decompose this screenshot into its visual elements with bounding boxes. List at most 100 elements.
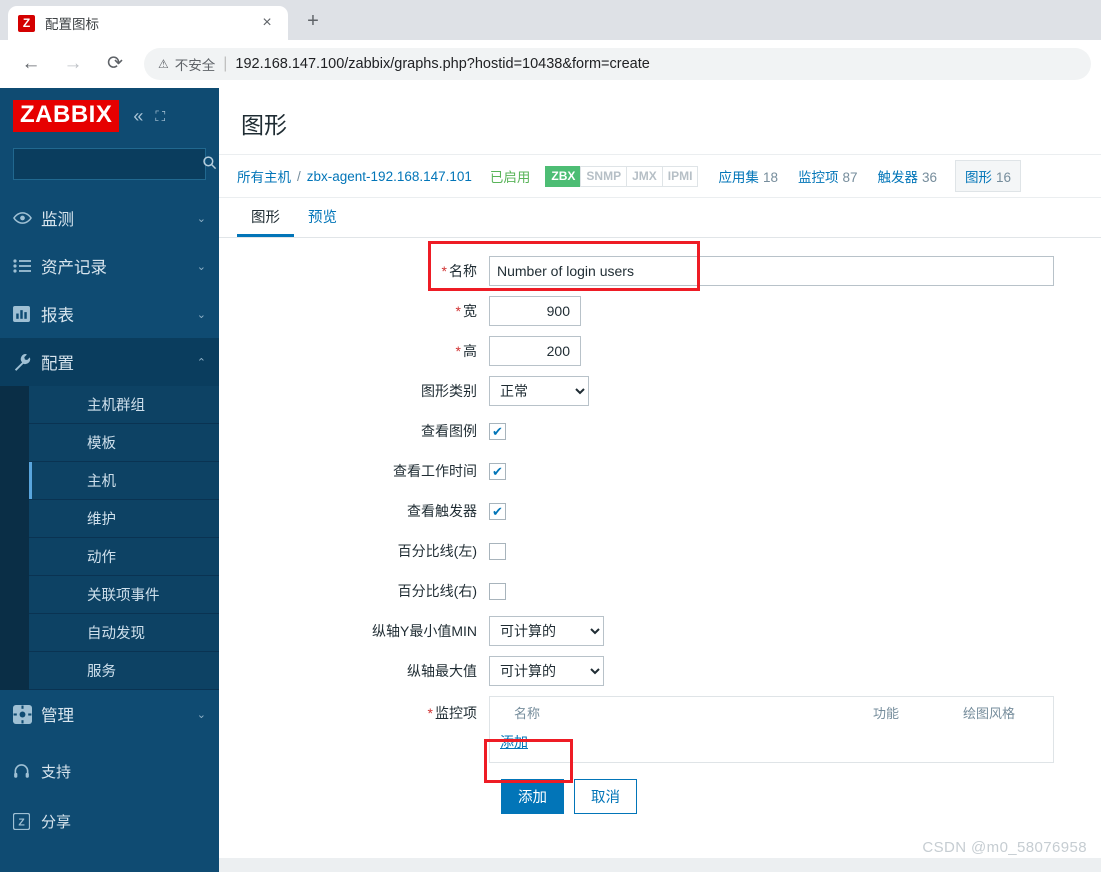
badge-jmx: JMX [626, 165, 663, 187]
sidebar-label-reports: 报表 [41, 307, 74, 325]
address-url: 192.168.147.100/zabbix/graphs.php?hostid… [235, 55, 650, 72]
sidebar-label-actions: 动作 [87, 550, 116, 566]
label-items-text: 监控项 [435, 705, 477, 721]
address-bar[interactable]: ⚠ 不安全 | 192.168.147.100/zabbix/graphs.ph… [144, 47, 1091, 80]
ymin-select[interactable]: 可计算的 [489, 616, 604, 646]
sidebar-label-discovery: 自动发现 [87, 626, 145, 642]
form-row-height: * 高 [219, 336, 1101, 366]
cancel-button[interactable]: 取消 [574, 779, 637, 814]
form-row-name: * 名称 [219, 256, 1101, 286]
add-item-link[interactable]: 添加 [500, 734, 528, 750]
sidebar-item-configuration[interactable]: 配置 ⌃ [0, 338, 219, 386]
browser-toolbar: ← → ⟳ ⚠ 不安全 | 192.168.147.100/zabbix/gra… [0, 40, 1101, 88]
search-box[interactable] [13, 148, 217, 180]
items-table-header: 名称 功能 绘图风格 [490, 697, 1053, 726]
nav-applications-label: 应用集 [718, 170, 759, 185]
sidebar-item-support[interactable]: 支持 [0, 746, 219, 796]
breadcrumb-all-hosts[interactable]: 所有主机 [237, 166, 291, 186]
back-icon[interactable]: ← [15, 48, 47, 80]
sidebar-item-reports[interactable]: 报表 ⌄ [0, 290, 219, 338]
not-secure-warning-icon: ⚠ [158, 56, 169, 71]
field-ymin: 可计算的 [489, 616, 604, 646]
sidebar-item-inventory[interactable]: 资产记录 ⌄ [0, 242, 219, 290]
nav-graphs[interactable]: 图形 16 [955, 160, 1022, 192]
tab-preview[interactable]: 预览 [294, 198, 351, 237]
sidebar-item-hosts[interactable]: 主机 [29, 462, 219, 500]
sidebar-item-monitoring[interactable]: 监测 ⌄ [0, 194, 219, 242]
field-ymax: 可计算的 [489, 656, 604, 686]
host-status-badge: 已启用 [489, 170, 531, 185]
search-input[interactable] [22, 155, 202, 173]
sidebar-label-inventory: 资产记录 [41, 259, 107, 277]
zabbix-favicon-icon: Z [18, 14, 35, 32]
sidebar-header: ZABBIX « ⛶ [0, 88, 219, 144]
sidebar-item-share[interactable]: Z 分享 [0, 796, 219, 846]
show-triggers-checkbox[interactable] [489, 502, 506, 520]
new-tab-icon[interactable]: + [298, 7, 328, 37]
label-ymax: 纵轴最大值 [407, 663, 477, 679]
field-show-worktime [489, 462, 506, 480]
search-icon[interactable] [202, 155, 217, 174]
label-ymin: 纵轴Y最小值MIN [372, 623, 477, 639]
collapse-sidebar-icon[interactable]: « [133, 106, 143, 127]
sidebar-item-host-groups[interactable]: 主机群组 [29, 386, 219, 424]
breadcrumb-host[interactable]: zbx-agent-192.168.147.101 [307, 169, 472, 184]
browser-tab[interactable]: Z 配置图标 × [8, 6, 288, 40]
badge-zbx: ZBX [545, 165, 582, 187]
sidebar-label-services: 服务 [87, 664, 116, 680]
chevron-down-icon: ⌄ [196, 212, 206, 225]
sidebar-label-support: 支持 [41, 763, 72, 781]
eye-icon [13, 211, 41, 225]
label-name: * 名称 [219, 261, 489, 281]
ymax-select[interactable]: 可计算的 [489, 656, 604, 686]
sidebar-item-maintenance[interactable]: 维护 [29, 500, 219, 538]
address-separator: | [223, 54, 228, 72]
label-width-text: 宽 [463, 303, 477, 319]
sidebar-item-event-correlation[interactable]: 关联项事件 [29, 576, 219, 614]
sidebar-item-services[interactable]: 服务 [29, 652, 219, 690]
nav-items[interactable]: 监控项 87 [798, 166, 858, 186]
name-input[interactable] [489, 256, 1054, 286]
form-row-graph-type: 图形类别 正常 [219, 376, 1101, 406]
label-show-legend: 查看图例 [421, 423, 477, 439]
percentile-right-checkbox[interactable] [489, 582, 506, 600]
nav-graphs-count: 16 [996, 170, 1012, 185]
form-row-items: * 监控项 名称 功能 绘图风格 添加 [219, 696, 1101, 763]
sidebar-item-administration[interactable]: 管理 ⌄ [0, 690, 219, 738]
show-worktime-checkbox[interactable] [489, 462, 506, 480]
wrench-icon [13, 353, 41, 372]
tab-graph[interactable]: 图形 [237, 198, 294, 237]
sidebar-label-configuration: 配置 [41, 355, 74, 373]
items-column-draw-style: 绘图风格 [963, 706, 1016, 721]
chevron-down-icon: ⌄ [196, 708, 206, 721]
reload-icon[interactable]: ⟳ [99, 48, 131, 80]
items-table: 名称 功能 绘图风格 添加 [489, 696, 1054, 763]
sidebar-item-templates[interactable]: 模板 [29, 424, 219, 462]
submit-button[interactable]: 添加 [501, 779, 564, 814]
sidebar-label-event-correlation: 关联项事件 [87, 588, 160, 604]
items-table-body: 添加 [490, 726, 1053, 762]
zabbix-logo[interactable]: ZABBIX [13, 100, 120, 132]
breadcrumb: 所有主机 / zbx-agent-192.168.147.101 已启用 ZBX… [219, 154, 1101, 198]
sidebar: ZABBIX « ⛶ 监测 ⌄ 资产记录 ⌄ 报表 ⌄ 配置 ⌃ 主机群组 模板… [0, 88, 219, 872]
close-icon[interactable]: × [256, 12, 278, 34]
not-secure-label: 不安全 [174, 57, 216, 73]
height-input[interactable] [489, 336, 581, 366]
forward-icon[interactable]: → [57, 48, 89, 80]
tab-strip: 图形 预览 [219, 198, 1101, 238]
fullscreen-icon[interactable]: ⛶ [155, 109, 165, 123]
width-input[interactable] [489, 296, 581, 326]
form-row-show-triggers: 查看触发器 [219, 496, 1101, 526]
field-show-triggers [489, 502, 506, 520]
items-column-name: 名称 [514, 706, 541, 721]
sidebar-item-discovery[interactable]: 自动发现 [29, 614, 219, 652]
form-row-ymax: 纵轴最大值 可计算的 [219, 656, 1101, 686]
sidebar-label-maintenance: 维护 [87, 512, 116, 528]
graph-type-select[interactable]: 正常 [489, 376, 589, 406]
svg-text:Z: Z [18, 817, 25, 828]
show-legend-checkbox[interactable] [489, 422, 506, 440]
nav-triggers[interactable]: 触发器 36 [878, 166, 938, 186]
sidebar-item-actions[interactable]: 动作 [29, 538, 219, 576]
percentile-left-checkbox[interactable] [489, 542, 506, 560]
nav-applications[interactable]: 应用集 18 [718, 166, 778, 186]
